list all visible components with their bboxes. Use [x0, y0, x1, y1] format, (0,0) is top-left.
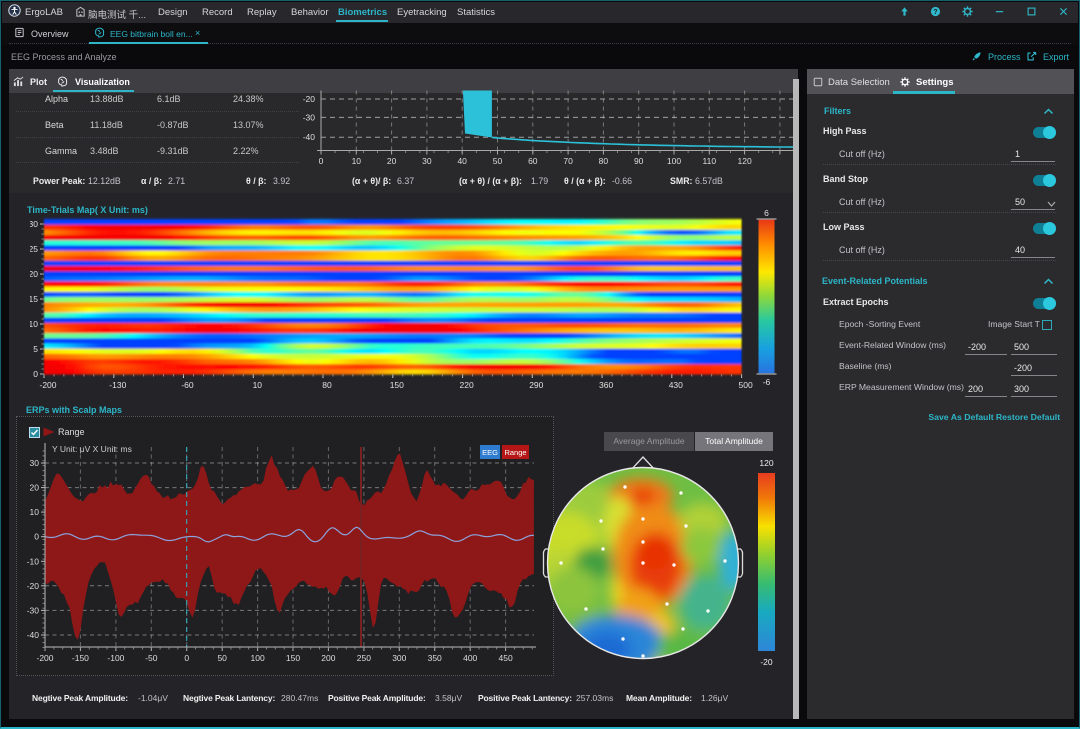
svg-text:-150: -150 — [72, 653, 89, 663]
svg-text:-10: -10 — [27, 556, 40, 566]
svg-text:120: 120 — [738, 156, 752, 166]
svg-text:-100: -100 — [107, 653, 124, 663]
svg-text:150: 150 — [286, 653, 300, 663]
svg-text:-30: -30 — [303, 112, 316, 122]
svg-text:5: 5 — [33, 344, 38, 354]
svg-text:120: 120 — [759, 458, 773, 468]
svg-text:-20: -20 — [760, 657, 773, 667]
svg-text:30: 30 — [30, 458, 40, 468]
svg-text:300: 300 — [392, 653, 406, 663]
svg-text:60: 60 — [528, 156, 538, 166]
svg-text:0: 0 — [184, 653, 189, 663]
svg-text:100: 100 — [251, 653, 265, 663]
svg-text:Range: Range — [504, 448, 526, 457]
svg-text:0: 0 — [34, 532, 39, 542]
svg-text:20: 20 — [30, 269, 38, 279]
svg-text:-6: -6 — [763, 377, 771, 387]
svg-text:-30: -30 — [27, 605, 40, 615]
svg-text:10: 10 — [30, 507, 40, 517]
svg-text:15: 15 — [30, 294, 38, 304]
svg-text:200: 200 — [321, 653, 335, 663]
svg-text:?: ? — [933, 9, 937, 16]
svg-text:30: 30 — [422, 156, 432, 166]
svg-text:70: 70 — [563, 156, 573, 166]
svg-text:360: 360 — [599, 380, 613, 390]
svg-text:-50: -50 — [145, 653, 158, 663]
svg-text:25: 25 — [30, 244, 38, 254]
svg-text:-40: -40 — [27, 630, 40, 640]
svg-text:110: 110 — [703, 156, 717, 166]
svg-text:-130: -130 — [109, 380, 126, 390]
svg-text:EEG: EEG — [482, 448, 498, 457]
svg-text:100: 100 — [667, 156, 681, 166]
svg-text:350: 350 — [428, 653, 442, 663]
svg-text:-40: -40 — [303, 132, 316, 142]
svg-text:80: 80 — [322, 380, 332, 390]
svg-text:20: 20 — [387, 156, 397, 166]
svg-text:-20: -20 — [27, 581, 40, 591]
svg-text:30: 30 — [30, 219, 38, 229]
svg-text:10: 10 — [352, 156, 362, 166]
svg-text:90: 90 — [634, 156, 644, 166]
svg-text:220: 220 — [460, 380, 474, 390]
svg-text:6: 6 — [764, 208, 769, 218]
svg-text:0: 0 — [33, 369, 38, 379]
svg-text:10: 10 — [30, 319, 38, 329]
svg-text:-200: -200 — [39, 380, 56, 390]
svg-text:-200: -200 — [36, 653, 53, 663]
svg-text:10: 10 — [253, 380, 263, 390]
svg-text:40: 40 — [457, 156, 467, 166]
svg-text:50: 50 — [493, 156, 503, 166]
svg-text:430: 430 — [669, 380, 683, 390]
svg-text:Y Unit: μV X Unit: ms: Y Unit: μV X Unit: ms — [52, 444, 132, 454]
svg-text:-20: -20 — [303, 94, 316, 104]
svg-text:80: 80 — [599, 156, 609, 166]
svg-text:20: 20 — [30, 483, 40, 493]
svg-text:50: 50 — [217, 653, 227, 663]
svg-text:290: 290 — [529, 380, 543, 390]
svg-text:-60: -60 — [181, 380, 194, 390]
svg-text:500: 500 — [739, 380, 753, 390]
svg-text:0: 0 — [319, 156, 324, 166]
svg-text:250: 250 — [357, 653, 371, 663]
svg-text:400: 400 — [463, 653, 477, 663]
svg-text:450: 450 — [499, 653, 513, 663]
svg-text:150: 150 — [390, 380, 404, 390]
